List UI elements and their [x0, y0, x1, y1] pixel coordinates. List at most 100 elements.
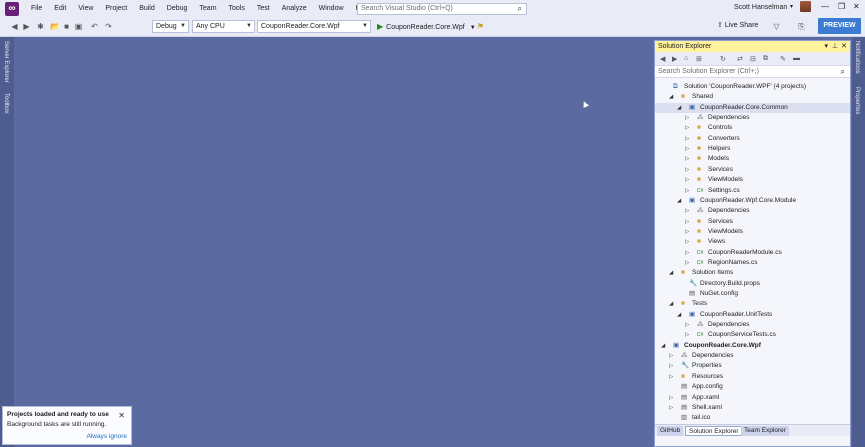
tab-team-explorer[interactable]: Team Explorer	[741, 426, 789, 436]
tree-row[interactable]: ▤ NuGet.config	[655, 289, 850, 299]
feedback-icon[interactable]: ▽	[772, 22, 781, 31]
collapse-arrow-icon[interactable]: ◢	[677, 310, 681, 320]
tree-row[interactable]: ▷ ■ Helpers	[655, 144, 850, 154]
tree-row[interactable]: ◢ ▣ CouponReader.UnitTests	[655, 310, 850, 320]
expand-arrow-icon[interactable]: ▷	[685, 248, 689, 258]
tree-row[interactable]: ▷ ■ Views	[655, 237, 850, 247]
tree-row[interactable]: ▷ ▤ App.xaml	[655, 393, 850, 403]
expand-arrow-icon[interactable]: ▷	[685, 237, 689, 247]
menu-window[interactable]: Window	[313, 5, 350, 12]
tree-row[interactable]: ◢ ▣ CouponReader.Core.Common	[655, 102, 850, 113]
undo-icon[interactable]: ↶	[90, 22, 99, 31]
search-icon[interactable]: ⌕	[841, 66, 845, 78]
preview-selected-icon[interactable]: ▬	[793, 55, 800, 62]
avatar[interactable]	[800, 1, 811, 12]
expand-arrow-icon[interactable]: ▷	[669, 372, 673, 382]
tree-row[interactable]: ▷ ■ Services	[655, 165, 850, 175]
notifications-icon[interactable]: ⎘	[797, 22, 806, 31]
chevron-down-icon[interactable]: ▾	[790, 3, 793, 10]
always-ignore-link[interactable]: Always ignore	[87, 433, 127, 440]
expand-arrow-icon[interactable]: ▷	[685, 217, 689, 227]
expand-arrow-icon[interactable]: ▷	[685, 227, 689, 237]
back-icon[interactable]: ◀	[660, 55, 665, 63]
search-input[interactable]: Search Visual Studio (Ctrl+Q) ⌕	[357, 3, 527, 15]
close-icon[interactable]: ✕	[118, 411, 125, 420]
tab-toolbox[interactable]: Toolbox	[3, 93, 9, 114]
tree-row[interactable]: ▷ ■ Converters	[655, 134, 850, 144]
expand-arrow-icon[interactable]: ▷	[685, 113, 689, 123]
back-icon[interactable]: ◀	[10, 22, 19, 31]
collapse-arrow-icon[interactable]: ◢	[669, 299, 673, 309]
menu-build[interactable]: Build	[133, 5, 161, 12]
attach-icon[interactable]: ⚑	[476, 22, 485, 31]
menu-analyze[interactable]: Analyze	[276, 5, 313, 12]
tab-notifications[interactable]: Notifications	[854, 41, 860, 74]
forward-icon[interactable]: ▶	[22, 22, 31, 31]
platform-select[interactable]: Any CPU ▼	[192, 20, 255, 33]
collapse-arrow-icon[interactable]: ◢	[661, 341, 665, 351]
expand-arrow-icon[interactable]: ▷	[685, 258, 689, 268]
configuration-select[interactable]: Debug ▼	[152, 20, 189, 33]
collapse-arrow-icon[interactable]: ◢	[677, 103, 681, 113]
expand-arrow-icon[interactable]: ▷	[685, 144, 689, 154]
expand-arrow-icon[interactable]: ▷	[685, 165, 689, 175]
tree-row[interactable]: 🔧 Directory.Build.props	[655, 279, 850, 289]
tree-row[interactable]: ▷ ■ ViewModels	[655, 175, 850, 185]
home-icon[interactable]: ⌂	[684, 55, 688, 62]
tab-github[interactable]: GitHub	[657, 426, 684, 436]
menu-test[interactable]: Test	[251, 5, 276, 12]
tab-solution-explorer[interactable]: Solution Explorer	[685, 426, 743, 436]
tree-row[interactable]: ◢ ▣ CouponReader.Core.Wpf	[655, 341, 850, 351]
menu-view[interactable]: View	[72, 5, 99, 12]
open-icon[interactable]: 📂	[50, 22, 60, 31]
solution-explorer-title-bar[interactable]: Solution Explorer ▾ ⊥ ✕	[655, 41, 850, 52]
tree-row[interactable]: ▥ tail.ico	[655, 413, 850, 423]
tree-row[interactable]: ▷ ■ Services	[655, 217, 850, 227]
restore-icon[interactable]: ❐	[838, 2, 845, 11]
tree-row[interactable]: ▷ ■ Models	[655, 154, 850, 164]
solution-explorer-search-input[interactable]: Search Solution Explorer (Ctrl+;) ⌕	[655, 66, 850, 78]
preview-badge[interactable]: PREVIEW	[818, 18, 861, 34]
forward-icon[interactable]: ▶	[672, 55, 677, 63]
tree-row[interactable]: ▷ C# CouponReaderModule.cs	[655, 248, 850, 258]
startup-project-select[interactable]: CouponReader.Core.Wpf ▼	[257, 20, 371, 33]
show-all-files-icon[interactable]: ⧉	[763, 55, 768, 63]
new-project-icon[interactable]: ✱	[36, 22, 45, 31]
expand-arrow-icon[interactable]: ▷	[685, 134, 689, 144]
visual-studio-logo-icon[interactable]: ∞	[5, 1, 19, 16]
collapse-arrow-icon[interactable]: ◢	[677, 196, 681, 206]
tab-server-explorer[interactable]: Server Explorer	[3, 41, 9, 83]
tree-row[interactable]: ▷ ▤ Shell.xaml	[655, 403, 850, 413]
tree-row[interactable]: ▷ C# CouponServiceTests.cs	[655, 330, 850, 340]
tree-row[interactable]: ⧉ Solution 'CouponReader.WPF' (4 projects…	[655, 82, 850, 92]
tree-row[interactable]: ▷ C# RegionNames.cs	[655, 258, 850, 268]
close-icon[interactable]: ✕	[841, 41, 847, 52]
menu-project[interactable]: Project	[99, 5, 133, 12]
expand-arrow-icon[interactable]: ▷	[685, 175, 689, 185]
search-icon[interactable]: ⌕	[518, 4, 522, 14]
tree-row[interactable]: ◢ ■ Solution Items	[655, 268, 850, 278]
expand-arrow-icon[interactable]: ▷	[685, 330, 689, 340]
history-icon[interactable]: ↻	[720, 55, 726, 63]
tree-row[interactable]: ▷ C# Settings.cs	[655, 186, 850, 196]
tree-row[interactable]: ▷ ⁂ Dependencies	[655, 206, 850, 216]
menu-team[interactable]: Team	[193, 5, 222, 12]
expand-arrow-icon[interactable]: ▷	[685, 320, 689, 330]
save-all-icon[interactable]: ▣	[74, 22, 83, 31]
live-share-button[interactable]: ⇪ Live Share	[717, 21, 758, 29]
collapse-arrow-icon[interactable]: ◢	[669, 92, 673, 102]
tree-row[interactable]: ▤ App.config	[655, 382, 850, 392]
tree-row[interactable]: ▷ 🔧 Properties	[655, 361, 850, 371]
expand-arrow-icon[interactable]: ▷	[669, 393, 673, 403]
collapse-arrow-icon[interactable]: ◢	[669, 268, 673, 278]
collapse-all-icon[interactable]: ⊟	[750, 55, 756, 63]
properties-icon[interactable]: ✎	[780, 55, 786, 63]
start-debugging-button[interactable]: ▶ CouponReader.Core.Wpf ▼	[377, 20, 476, 33]
tree-row[interactable]: ▷ ■ ViewModels	[655, 227, 850, 237]
expand-arrow-icon[interactable]: ▷	[669, 361, 673, 371]
chevron-down-icon[interactable]: ▼	[470, 25, 476, 31]
tree-row[interactable]: ▷ ■ Resources	[655, 372, 850, 382]
minimize-icon[interactable]: —	[821, 2, 829, 11]
expand-arrow-icon[interactable]: ▷	[685, 154, 689, 164]
user-name[interactable]: Scott Hanselman	[734, 4, 787, 11]
